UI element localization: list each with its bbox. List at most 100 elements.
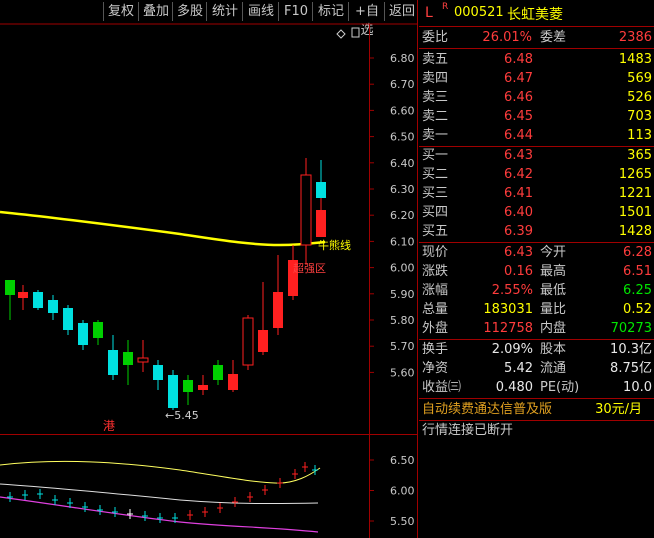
ask-label: 卖三 xyxy=(422,90,449,105)
bid-label: 买一 xyxy=(422,148,449,163)
window-toggle-icon[interactable] xyxy=(351,27,360,38)
weibi-separator xyxy=(419,48,654,49)
quote-panel: L R 000521 长虹美菱 委比 26.01% 委差 2386 卖五 6.48… xyxy=(419,0,654,538)
quote-row-4: 总量 183031 量比 0.52 xyxy=(419,300,654,319)
candle xyxy=(63,305,73,335)
ask-row[interactable]: 卖五 6.48 1483 xyxy=(419,50,654,69)
candle xyxy=(228,360,238,392)
bid-row[interactable]: 买三 6.41 1221 xyxy=(419,184,654,203)
bull-bear-ma-line xyxy=(0,210,326,247)
ask-row[interactable]: 卖一 6.44 113 xyxy=(419,126,654,145)
sub-bar xyxy=(37,489,43,499)
liangbi-label: 量比 xyxy=(540,302,567,317)
sub-bar xyxy=(22,490,28,500)
sub-bar xyxy=(187,510,193,520)
weicha-label: 委差 xyxy=(540,30,567,45)
footer-separator xyxy=(419,398,654,399)
quote-row-1: 现价 6.43 今开 6.28 xyxy=(419,243,654,262)
candle xyxy=(183,375,193,405)
kline-chart[interactable]: 6.80 6.70 6.60 6.50 6.40 6.30 6.20 6.10 6.00 5.90… xyxy=(0,0,418,538)
candle xyxy=(198,375,208,395)
sub-bar xyxy=(7,492,13,502)
bid-label: 买四 xyxy=(422,205,449,220)
candle xyxy=(78,320,88,350)
r-flag: R xyxy=(442,2,449,12)
candle xyxy=(33,290,43,310)
candle xyxy=(123,340,133,385)
weibi-value: 26.01% xyxy=(482,30,532,45)
price-tick-label: 5.70 xyxy=(390,340,415,353)
bull-bear-line-label: 牛熊线 xyxy=(318,238,351,252)
jingzi-label: 净资 xyxy=(422,361,449,376)
price-tick-label: 6.30 xyxy=(390,183,415,196)
bid-row[interactable]: 买四 6.40 1501 xyxy=(419,203,654,222)
xianjia-value: 6.43 xyxy=(504,245,533,260)
sub-bar xyxy=(97,505,103,515)
zongliang-label: 总量 xyxy=(422,302,449,317)
sub-upper-line xyxy=(0,460,321,484)
zhangdie-label: 涨跌 xyxy=(422,264,449,279)
zhangfu-label: 涨幅 xyxy=(422,283,449,298)
sub-tick-label: 6.00 xyxy=(390,485,415,498)
price-tick-label: 6.20 xyxy=(390,209,415,222)
candle xyxy=(242,315,254,370)
pe-label: PE(动) xyxy=(540,380,580,395)
strong-zone-label: 超强区 xyxy=(293,261,326,275)
bid-row[interactable]: 买一 6.43 365 xyxy=(419,146,654,165)
guben-label: 股本 xyxy=(540,342,567,357)
ask-price: 6.44 xyxy=(504,128,533,143)
shouyi-label: 收益㈢ xyxy=(422,380,462,395)
ask-row[interactable]: 卖四 6.47 569 xyxy=(419,69,654,88)
ask-volume: 526 xyxy=(627,90,652,105)
ask-label: 卖二 xyxy=(422,109,449,124)
quote-row-3: 涨幅 2.55% 最低 6.25 xyxy=(419,281,654,300)
jinkai-label: 今开 xyxy=(540,245,567,260)
bid-row[interactable]: 买二 6.42 1265 xyxy=(419,165,654,184)
shouyi-value: 0.480 xyxy=(495,380,533,395)
liutong-value: 8.75亿 xyxy=(610,361,652,376)
sub-bar xyxy=(52,495,58,505)
candle xyxy=(18,285,28,310)
zuidi-label: 最低 xyxy=(540,283,567,298)
quote-row-5: 外盘 112758 内盘 70273 xyxy=(419,319,654,338)
ask-price: 6.46 xyxy=(504,90,533,105)
diamond-icon[interactable] xyxy=(336,29,346,39)
neipan-value: 70273 xyxy=(610,321,652,336)
bid-volume: 1265 xyxy=(618,167,652,182)
ask-row[interactable]: 卖三 6.46 526 xyxy=(419,88,654,107)
stock-name: 长虹美菱 xyxy=(507,7,563,23)
bid-price: 6.40 xyxy=(504,205,533,220)
bid-label: 买三 xyxy=(422,186,449,201)
zuigao-value: 6.51 xyxy=(623,264,652,279)
price-tick-label: 6.60 xyxy=(390,104,415,117)
candle xyxy=(300,158,312,265)
low-price-label: ←5.45 xyxy=(165,409,199,422)
zhangdie-value: 0.16 xyxy=(504,264,533,279)
renewal-price[interactable]: 30元/月 xyxy=(595,400,642,419)
price-tick-label: 6.10 xyxy=(390,235,415,248)
candle xyxy=(137,340,149,372)
ask-price: 6.47 xyxy=(504,71,533,86)
quote-row-2: 涨跌 0.16 最高 6.51 xyxy=(419,262,654,281)
candle xyxy=(108,335,118,380)
renewal-ad-link[interactable]: 自动续费通达信普及版 xyxy=(422,400,552,419)
bid-row[interactable]: 买五 6.39 1428 xyxy=(419,222,654,241)
bid-volume: 365 xyxy=(627,148,652,163)
zuidi-value: 6.25 xyxy=(623,283,652,298)
ask-label: 卖一 xyxy=(422,128,449,143)
price-tick-label: 6.50 xyxy=(390,131,415,144)
sub-bar xyxy=(202,507,208,517)
sub-bar xyxy=(312,465,318,475)
ask-volume: 569 xyxy=(627,71,652,86)
bid-volume: 1428 xyxy=(618,224,652,239)
sub-bar xyxy=(142,511,148,521)
liangbi-value: 0.52 xyxy=(623,302,652,317)
pe-value: 10.0 xyxy=(623,380,652,395)
ad-row[interactable]: 自动续费通达信普及版 30元/月 xyxy=(419,400,654,419)
sub-bar xyxy=(247,492,253,502)
weicha-value: 2386 xyxy=(618,30,652,45)
zhangfu-value: 2.55% xyxy=(491,283,533,298)
ask-row[interactable]: 卖二 6.45 703 xyxy=(419,107,654,126)
bid-label: 买二 xyxy=(422,167,449,182)
price-tick-label: 5.60 xyxy=(390,366,415,379)
